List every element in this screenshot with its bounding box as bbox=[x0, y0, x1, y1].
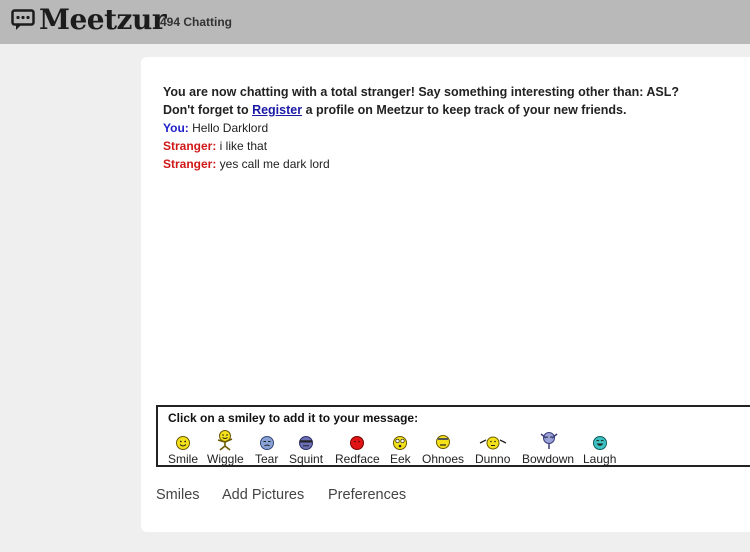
message-text: yes call me dark lord bbox=[216, 157, 330, 171]
register-link[interactable]: Register bbox=[252, 103, 302, 117]
chat-log: You are now chatting with a total strang… bbox=[163, 83, 743, 173]
speaker-label: Stranger: bbox=[163, 157, 217, 171]
chat-message: Stranger: yes call me dark lord bbox=[163, 155, 743, 173]
smile-icon bbox=[176, 436, 190, 450]
bowdown-icon bbox=[540, 432, 558, 449]
dunno-icon bbox=[479, 436, 506, 450]
ohnoes-icon bbox=[436, 435, 451, 449]
tab-preferences[interactable]: Preferences bbox=[328, 487, 406, 503]
chat-message: You: Hello Darklord bbox=[163, 119, 743, 137]
register-notice: Don't forget to Register a profile on Me… bbox=[163, 103, 627, 117]
smiley-prompt: Click on a smiley to add it to your mess… bbox=[168, 411, 419, 425]
smiley-dunno[interactable]: Dunno bbox=[475, 429, 510, 466]
squint-icon bbox=[299, 436, 314, 450]
tab-add-pictures[interactable]: Add Pictures bbox=[222, 487, 304, 503]
smiley-laugh[interactable]: Laugh bbox=[583, 429, 616, 466]
top-bar: Meetzur 494 Chatting bbox=[0, 0, 750, 44]
speaker-label: You: bbox=[163, 121, 189, 135]
smiley-eek[interactable]: Eek bbox=[390, 429, 411, 466]
chatting-count: 494 Chatting bbox=[160, 15, 233, 29]
smiley-redface[interactable]: Redface bbox=[335, 429, 380, 466]
tab-smiles[interactable]: Smiles bbox=[156, 487, 200, 503]
eek-icon bbox=[393, 436, 408, 450]
smiley-picker: Click on a smiley to add it to your mess… bbox=[156, 405, 750, 467]
smiley-tear[interactable]: Tear bbox=[255, 429, 278, 466]
laugh-icon bbox=[592, 436, 607, 450]
smiley-bowdown[interactable]: Bowdown bbox=[522, 429, 574, 466]
intro-message: You are now chatting with a total strang… bbox=[163, 85, 680, 99]
smiley-ohnoes[interactable]: Ohnoes bbox=[422, 429, 464, 466]
message-text: i like that bbox=[216, 139, 268, 153]
redface-icon bbox=[350, 436, 365, 450]
smiley-smile[interactable]: Smile bbox=[168, 429, 198, 466]
speaker-label: Stranger: bbox=[163, 139, 217, 153]
chat-message: Stranger: i like that bbox=[163, 137, 743, 155]
wiggle-icon bbox=[218, 430, 233, 451]
smiley-squint[interactable]: Squint bbox=[289, 429, 323, 466]
tear-icon bbox=[259, 436, 274, 450]
chat-bubble-icon bbox=[11, 9, 35, 30]
smiley-wiggle[interactable]: Wiggle bbox=[207, 429, 244, 466]
brand-logo[interactable]: Meetzur bbox=[39, 2, 167, 38]
message-text: Hello Darklord bbox=[188, 121, 269, 135]
